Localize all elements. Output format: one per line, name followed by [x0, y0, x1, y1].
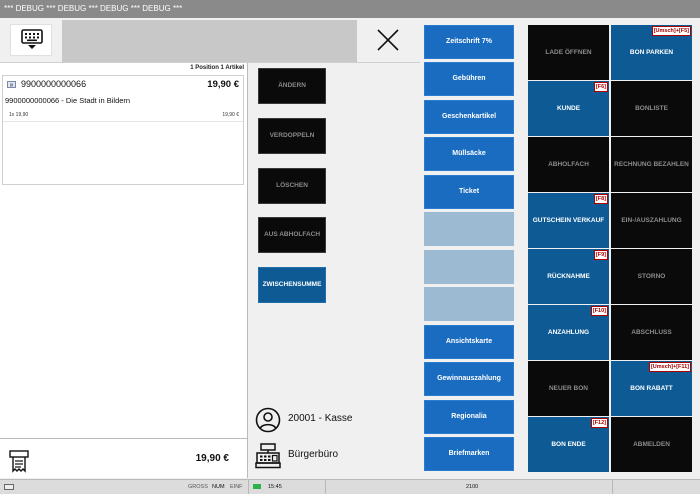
item-line-total: 19,90 €	[222, 112, 239, 118]
status-separator	[325, 480, 326, 494]
item-price: 19,90 €	[207, 79, 239, 90]
register-label: Bürgerbüro	[288, 449, 339, 460]
receipt-discount-button[interactable]: [Umsch]+[F11] BON RABATT	[611, 361, 692, 416]
duplicate-button[interactable]: VERDOPPELN	[258, 118, 326, 154]
article-button-empty-3[interactable]	[424, 287, 514, 321]
return-label: RÜCKNAHME	[547, 273, 590, 280]
hotkey-badge: [F9]	[593, 250, 608, 260]
end-receipt-button[interactable]: [F12] BON ENDE	[528, 417, 609, 472]
article-button-muellsaecke[interactable]: Müllsäcke	[424, 137, 514, 171]
delete-button[interactable]: LÖSCHEN	[258, 168, 326, 204]
pickup-compartment-button[interactable]: ABHOLFACH	[528, 137, 609, 192]
book-icon: ▤	[7, 81, 16, 88]
user-icon	[255, 407, 281, 433]
close-button[interactable]	[374, 26, 402, 54]
cancel-label: STORNO	[637, 273, 666, 280]
status-bar: GROSS NUM EINF 15:45 2100	[0, 479, 700, 494]
cash-in-out-button[interactable]: EIN-/AUSZAHLUNG	[611, 193, 692, 248]
pay-invoice-label: RECHNUNG BEZAHLEN	[614, 161, 689, 168]
down-payment-label: ANZAHLUNG	[547, 329, 590, 336]
item-description: 9900000000066 - Die Stadt in Bildern	[5, 96, 131, 105]
hotkey-badge: [F8]	[593, 194, 608, 204]
logout-label: ABMELDEN	[633, 441, 670, 448]
article-button-zeitschrift[interactable]: Zeitschrift 7%	[424, 25, 514, 59]
cart-total: 19,90 €	[195, 453, 229, 464]
open-drawer-label: LADE ÖFFNEN	[545, 49, 592, 56]
connection-status-icon	[253, 484, 261, 489]
park-receipt-button[interactable]: [Umsch]+[F5] BON PARKEN	[611, 25, 692, 80]
return-button[interactable]: [F9] RÜCKNAHME	[528, 249, 609, 304]
article-button-empty-1[interactable]	[424, 212, 514, 246]
closing-button[interactable]: ABSCHLUSS	[611, 305, 692, 360]
status-separator	[612, 480, 613, 494]
scan-input[interactable]	[62, 20, 357, 62]
from-pickup-button[interactable]: AUS ABHOLFACH	[258, 217, 326, 253]
keyboard-status-icon	[4, 484, 14, 490]
down-payment-button[interactable]: [F10] ANZAHLUNG	[528, 305, 609, 360]
item-code: 9900000000066	[21, 79, 87, 89]
cart-panel: 1 Position 1 Artikel ▤ 9900000000066 19,…	[0, 63, 248, 438]
user-label: 20001 - Kasse	[288, 413, 353, 424]
article-button-gebuehren[interactable]: Gebühren	[424, 62, 514, 96]
receipt-discount-label: BON RABATT	[630, 385, 673, 392]
cart-item-header: ▤ 9900000000066 19,90 €	[3, 76, 243, 96]
end-receipt-label: BON ENDE	[551, 441, 586, 448]
pickup-compartment-label: ABHOLFACH	[548, 161, 589, 168]
cancel-button[interactable]: STORNO	[611, 249, 692, 304]
close-icon	[377, 29, 399, 51]
open-drawer-button[interactable]: LADE ÖFFNEN	[528, 25, 609, 80]
park-receipt-label: BON PARKEN	[629, 49, 674, 56]
closing-label: ABSCHLUSS	[631, 329, 672, 336]
voucher-sale-button[interactable]: [F8] GUTSCHEIN VERKAUF	[528, 193, 609, 248]
article-button-ticket[interactable]: Ticket	[424, 175, 514, 209]
article-button-regionalia[interactable]: Regionalia	[424, 400, 514, 434]
pay-invoice-button[interactable]: RECHNUNG BEZAHLEN	[611, 137, 692, 192]
receipt-icon[interactable]	[8, 447, 30, 473]
customer-button[interactable]: [F6] KUNDE	[528, 81, 609, 136]
hotkey-badge: [Umsch]+[F11]	[648, 362, 691, 372]
cart-summary: 1 Position 1 Artikel	[190, 65, 244, 71]
hotkey-badge: [F12]	[590, 418, 608, 428]
article-button-gewinnauszahlung[interactable]: Gewinnauszahlung	[424, 362, 514, 396]
window-title: *** DEBUG *** DEBUG *** DEBUG *** DEBUG …	[0, 0, 700, 18]
article-button-geschenkartikel[interactable]: Geschenkartikel	[424, 100, 514, 134]
hotkey-badge: [F10]	[590, 306, 608, 316]
new-receipt-label: NEUER BON	[548, 385, 588, 392]
hotkey-badge: [F6]	[593, 82, 608, 92]
receipt-list-label: BONLISTE	[635, 105, 668, 112]
hotkey-badge: [Umsch]+[F5]	[651, 26, 691, 36]
status-separator	[248, 480, 249, 494]
item-divider	[3, 121, 243, 122]
keyboard-icon	[21, 29, 43, 49]
keyboard-button[interactable]	[10, 24, 52, 56]
item-quantity: 1x 19,90	[9, 112, 29, 118]
cart-footer: 19,90 €	[0, 438, 248, 478]
caps-indicator: GROSS	[188, 484, 208, 490]
status-time: 15:45	[268, 484, 282, 490]
change-button[interactable]: ÄNDERN	[258, 68, 326, 104]
article-button-empty-2[interactable]	[424, 250, 514, 284]
num-indicator: NUM	[212, 484, 225, 490]
receipt-list-button[interactable]: BONLISTE	[611, 81, 692, 136]
cash-in-out-label: EIN-/AUSZAHLUNG	[621, 217, 682, 224]
subtotal-button[interactable]: ZWISCHENSUMME	[258, 267, 326, 303]
customer-label: KUNDE	[556, 105, 581, 112]
article-button-briefmarken[interactable]: Briefmarken	[424, 437, 514, 471]
article-button-ansichtskarte[interactable]: Ansichtskarte	[424, 325, 514, 359]
new-receipt-button[interactable]: NEUER BON	[528, 361, 609, 416]
cash-register-icon	[255, 443, 281, 469]
voucher-sale-label: GUTSCHEIN VERKAUF	[532, 217, 605, 224]
status-code: 2100	[466, 484, 479, 490]
cart-item[interactable]: ▤ 9900000000066 19,90 € 9900000000066 - …	[2, 75, 244, 185]
insert-indicator: EINF	[230, 484, 243, 490]
logout-button[interactable]: ABMELDEN	[611, 417, 692, 472]
